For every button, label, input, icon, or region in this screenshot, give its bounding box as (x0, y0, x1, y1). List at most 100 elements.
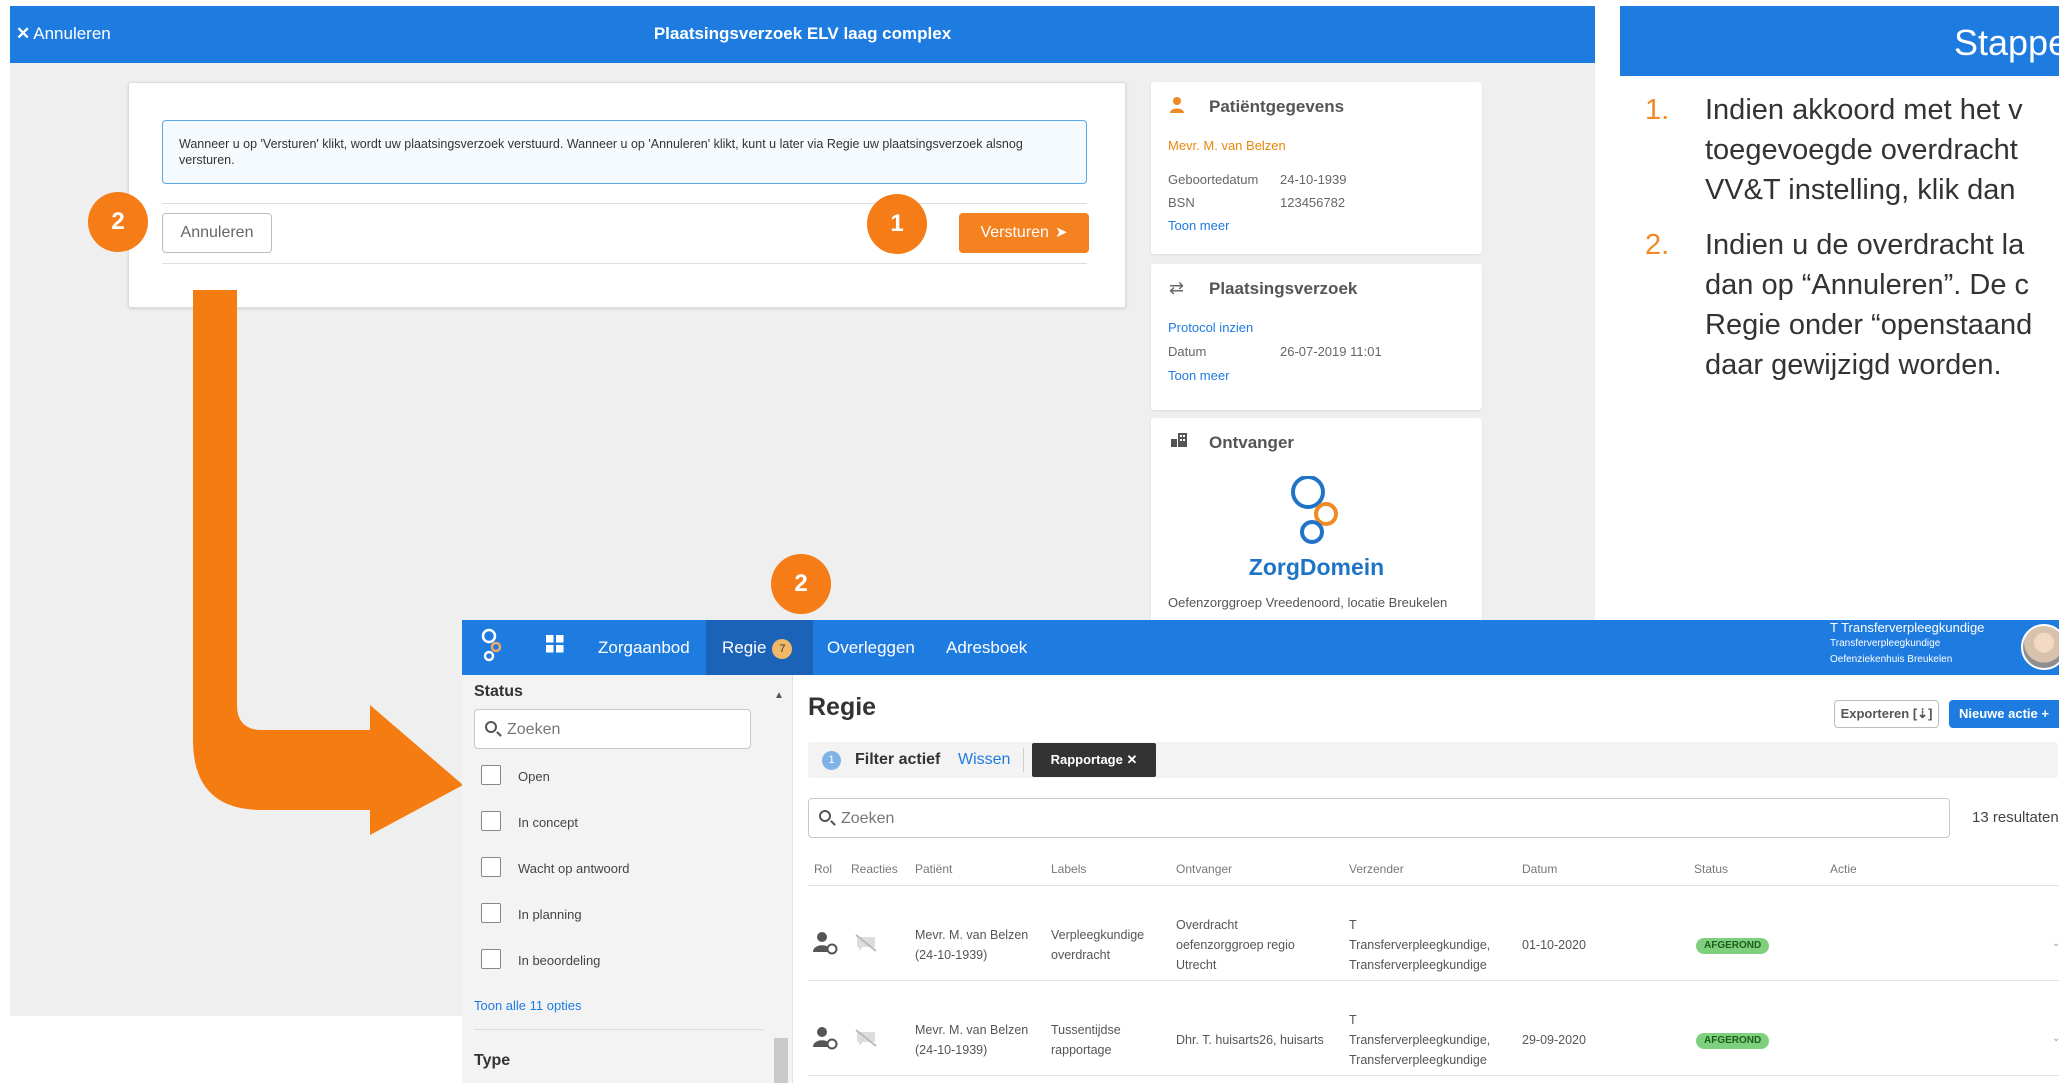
checkbox[interactable] (481, 765, 501, 785)
close-icon[interactable]: ✕ (1126, 752, 1137, 767)
nav-item-zorgaanbod[interactable]: Zorgaanbod (598, 638, 690, 658)
sender-line: T (1349, 918, 1357, 932)
checkbox[interactable] (481, 811, 501, 831)
active-filter-bar: 1 Filter actief Wissen Rapportage ✕ (808, 742, 2058, 778)
filter-panel: Status Zoeken Open In concept Wacht op a… (462, 675, 793, 1083)
request-card-title: Plaatsingsverzoek (1209, 279, 1358, 298)
status-option-label: Open (518, 769, 550, 784)
sender-line: Transferverpleegkundige, (1349, 1033, 1491, 1047)
patient-cell: Mevr. M. van Belzen (24-10-1939) (915, 925, 1028, 965)
search-icon (485, 721, 497, 733)
step-marker-2-regie: 2 (771, 554, 831, 614)
top-navigation: Zorgaanbod Regie 7 Overleggen Adresboek T… (462, 620, 2059, 675)
column-header-status[interactable]: Status (1694, 862, 1728, 876)
modal-header: ✕ Annuleren Plaatsingsverzoek ELV laag co… (10, 6, 1595, 63)
avatar[interactable] (2021, 624, 2059, 670)
column-header-patient[interactable]: Patiënt (915, 862, 952, 876)
request-date-row: Datum 26-07-2019 11:01 (1168, 344, 1382, 359)
date-cell: 29-09-2020 (1522, 1033, 1586, 1047)
sender-cell: T Transferverpleegkundige, Transferverpl… (1349, 915, 1490, 975)
labels-cell: Verpleegkundige overdracht (1051, 925, 1144, 965)
chevron-down-icon[interactable]: ⌄ (2052, 1033, 2059, 1044)
nav-item-regie-label: Regie (722, 638, 767, 657)
nav-item-overleggen[interactable]: Overleggen (827, 638, 915, 658)
send-button[interactable]: Versturen ➤ (959, 213, 1089, 253)
filter-scrollbar[interactable]: ▲ (772, 690, 788, 1083)
sender-line: Transferverpleegkundige (1349, 1053, 1487, 1067)
dob-value: 24-10-1939 (1280, 172, 1347, 187)
request-show-more-link[interactable]: Toon meer (1168, 368, 1229, 383)
cancel-button[interactable]: Annuleren (162, 213, 272, 253)
user-role-icon (813, 932, 838, 955)
new-action-button[interactable]: Nieuwe actie + (1949, 700, 2059, 728)
sender-line: T (1349, 1013, 1357, 1027)
column-header-datum[interactable]: Datum (1522, 862, 1557, 876)
instruction-line: daar gewijzigd worden. (1705, 349, 2002, 381)
status-search-input[interactable]: Zoeken (474, 709, 751, 749)
screenshot-root: ✕ Annuleren Plaatsingsverzoek ELV laag co… (0, 0, 2059, 1083)
status-badge: AFGEROND (1696, 938, 1770, 954)
divider (1023, 748, 1024, 772)
divider (808, 885, 2059, 886)
patient-cell: Mevr. M. van Belzen (24-10-1939) (915, 1020, 1028, 1060)
checkbox[interactable] (481, 857, 501, 877)
show-all-options-link[interactable]: Toon alle 11 opties (474, 998, 581, 1013)
instruction-line: Regie onder “openstaand (1705, 309, 2033, 341)
protocol-link[interactable]: Protocol inzien (1168, 320, 1253, 335)
sender-line: Transferverpleegkundige, (1349, 938, 1491, 952)
user-name: T Transferverpleegkundige (1830, 620, 1985, 635)
user-info[interactable]: T Transferverpleegkundige Transferverple… (1830, 620, 2010, 668)
instruction-line: toegevoegde overdracht (1705, 134, 2018, 166)
instruction-number: 2. (1645, 229, 1670, 261)
column-header-actie[interactable]: Actie (1830, 862, 1857, 876)
labels-cell: Tussentijdse rapportage (1051, 1020, 1121, 1060)
nav-item-regie[interactable]: Regie 7 (722, 638, 793, 659)
filter-count-badge: 1 (822, 751, 841, 770)
transfer-arrows-icon: ⇄ (1169, 278, 1185, 298)
label-line: Verpleegkundige (1051, 928, 1145, 942)
divider (808, 1075, 2059, 1076)
divider (162, 203, 1087, 204)
instruction-line: Indien akkoord met het v (1705, 94, 2023, 126)
modal-title: Plaatsingsverzoek ELV laag complex (653, 24, 952, 43)
request-date-label: Datum (1168, 344, 1207, 359)
column-header-verzender[interactable]: Verzender (1349, 862, 1404, 876)
column-header-rol[interactable]: Rol (814, 862, 832, 876)
filter-chip-rapportage[interactable]: Rapportage ✕ (1032, 743, 1156, 777)
patient-dob: (24-10-1939) (915, 1043, 988, 1057)
patient-show-more-link[interactable]: Toon meer (1168, 218, 1229, 233)
main-search-placeholder: Zoeken (841, 810, 895, 827)
receiver-line: Utrecht (1176, 958, 1217, 972)
apps-grid-icon[interactable] (546, 635, 564, 653)
instructions-header: Stappe (1620, 6, 2059, 76)
checkbox[interactable] (481, 949, 501, 969)
request-date-value: 26-07-2019 11:01 (1280, 344, 1382, 359)
dob-label: Geboortedatum (1168, 172, 1259, 187)
export-icon: [⇣] (1912, 706, 1933, 721)
info-message: Wanneer u op 'Versturen' klikt, wordt uw… (162, 120, 1087, 184)
chevron-down-icon[interactable]: ⌄ (2052, 938, 2059, 949)
app-logo-icon[interactable] (478, 628, 504, 666)
zorgdomein-logo-text: ZorgDomein (1248, 554, 1385, 580)
column-header-ontvanger[interactable]: Ontvanger (1176, 862, 1232, 876)
status-option-label: In planning (518, 907, 582, 922)
column-header-reacties[interactable]: Reacties (851, 862, 898, 876)
checkbox[interactable] (481, 903, 501, 923)
clear-filters-link[interactable]: Wissen (958, 751, 1010, 769)
scroll-thumb[interactable] (774, 1038, 788, 1083)
nav-item-adresboek[interactable]: Adresboek (946, 638, 1027, 658)
new-action-label: Nieuwe actie (1959, 706, 2038, 721)
orange-flow-arrow (193, 290, 463, 835)
regie-count-badge: 7 (772, 639, 793, 659)
export-button[interactable]: Exporteren [⇣] (1834, 700, 1939, 728)
column-header-labels[interactable]: Labels (1051, 862, 1086, 876)
label-line: Tussentijdse (1051, 1023, 1121, 1037)
receiver-line: oefenzorggroep regio (1176, 938, 1295, 952)
step-marker-2: 2 (88, 192, 148, 252)
bsn-label: BSN (1168, 195, 1195, 210)
scroll-up-icon[interactable]: ▲ (774, 690, 784, 701)
send-button-label: Versturen (980, 224, 1049, 241)
request-card: ⇄ Plaatsingsverzoek Protocol inzien Datu… (1151, 264, 1482, 410)
main-search-input[interactable]: Zoeken (808, 798, 1950, 838)
page-title: Regie (808, 693, 877, 721)
